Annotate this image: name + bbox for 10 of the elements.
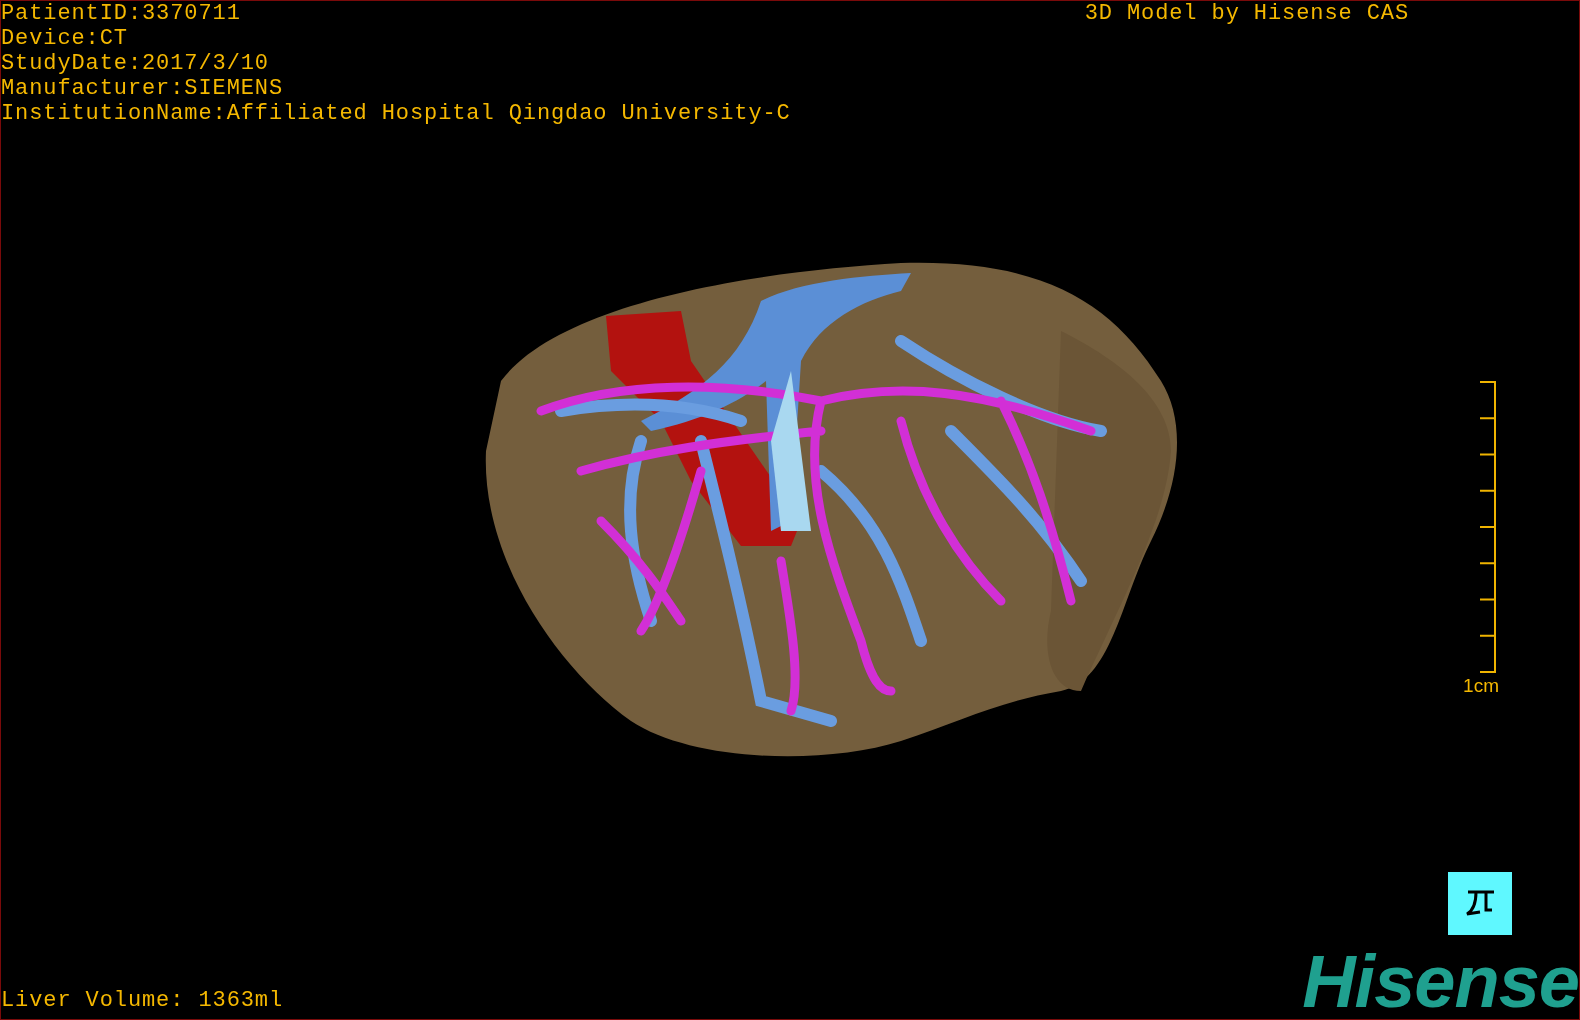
- liver-volume-text: Liver Volume: 1363ml: [1, 988, 284, 1013]
- brand-logo: Hisense: [1302, 951, 1579, 1013]
- scale-label: 1cm: [1463, 675, 1499, 697]
- patient-info-text: Manufacturer:SIEMENS: [1, 76, 285, 101]
- patient-info-text: Device:CT: [1, 26, 129, 51]
- model-title: 3D Model by Hisense CAS: [1084, 1, 1409, 26]
- patient-info-text: StudyDate:2017/3/10: [1, 51, 270, 76]
- view-tool-button[interactable]: [1448, 872, 1512, 935]
- patient-info-text: PatientID:3370711: [1, 1, 242, 26]
- patient-info-text: InstitutionName:Affiliated Hospital Qingdao University-C: [1, 101, 791, 126]
